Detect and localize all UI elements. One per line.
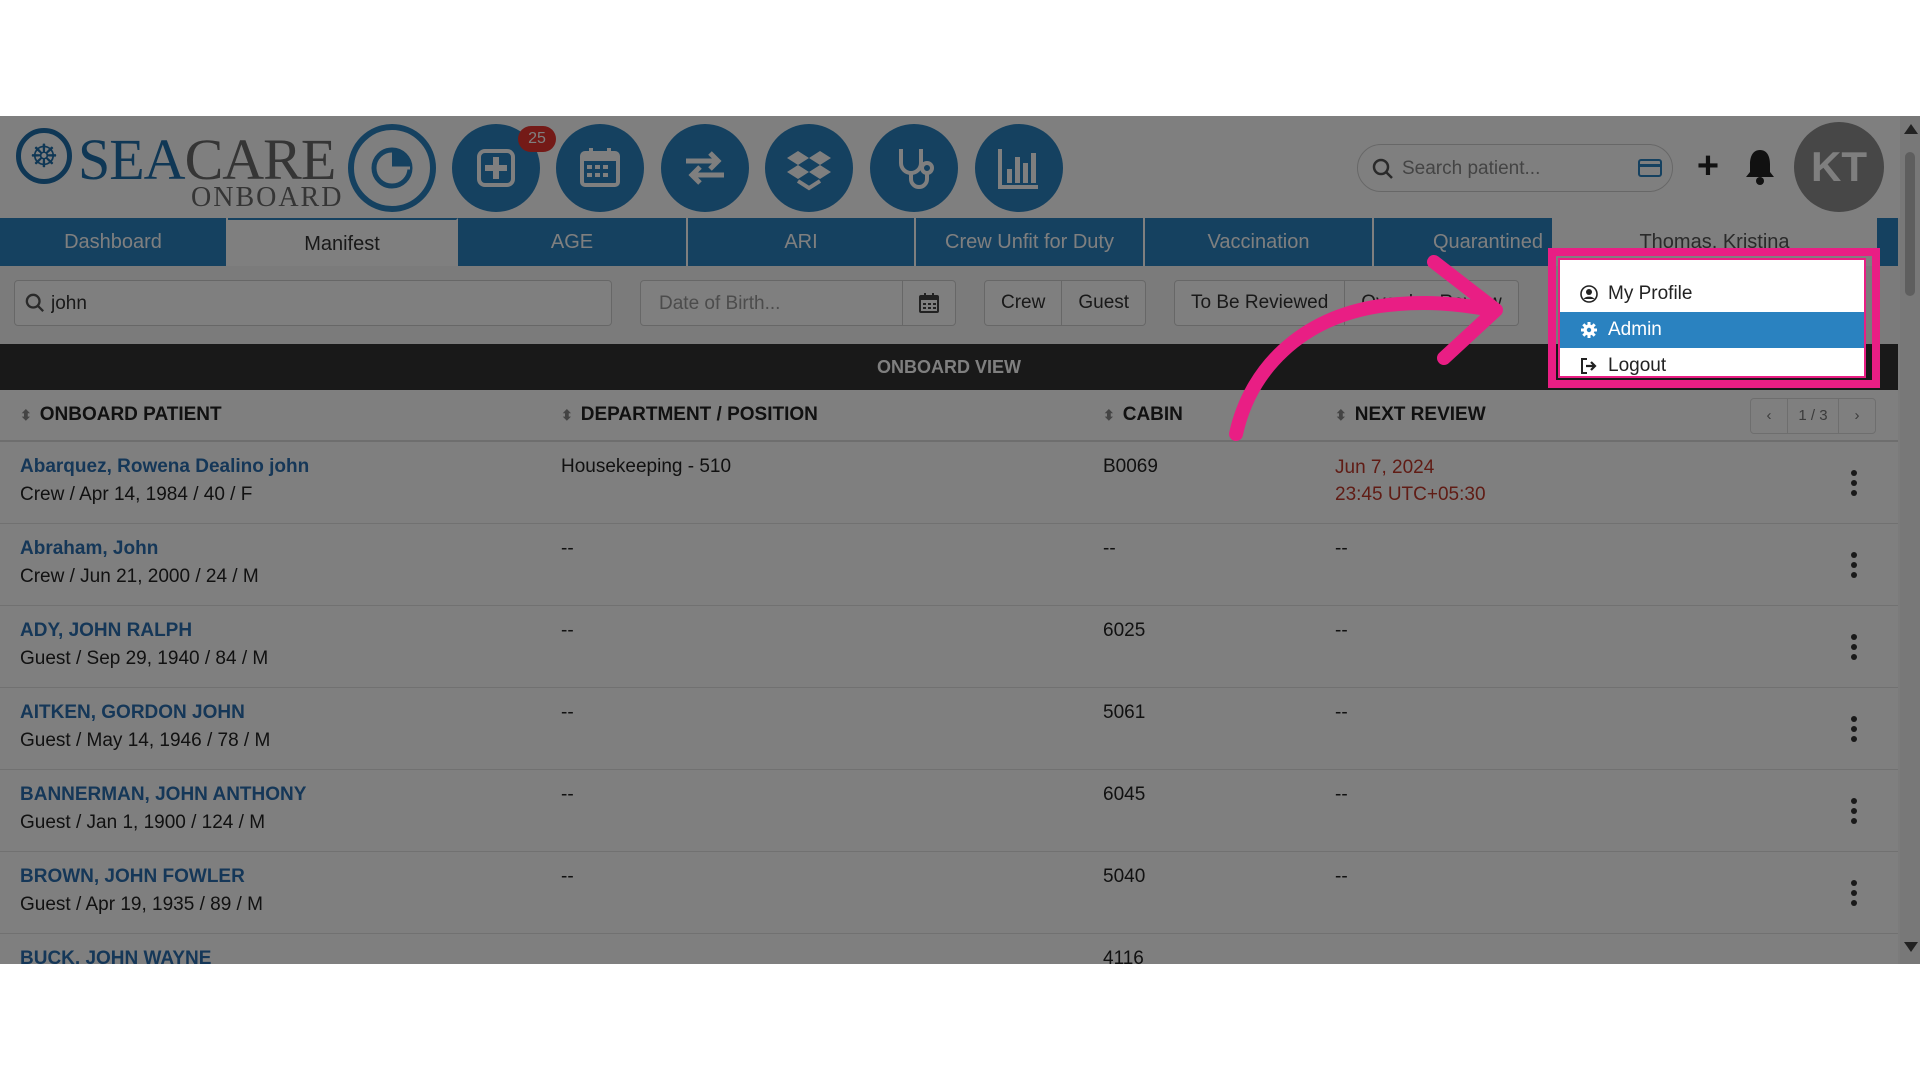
menu-item-logout[interactable]: Logout xyxy=(1560,348,1864,384)
gear-icon xyxy=(1581,322,1597,338)
user-dropdown-menu: My Profile Admin Logout xyxy=(1558,258,1866,378)
user-circle-icon xyxy=(1580,285,1598,303)
annotation-arrow-icon xyxy=(1229,255,1503,441)
menu-item-admin[interactable]: Admin xyxy=(1560,312,1864,348)
modal-dim-overlay xyxy=(0,116,1920,964)
menu-item-my-profile[interactable]: My Profile xyxy=(1560,276,1864,312)
logout-icon xyxy=(1581,358,1597,374)
